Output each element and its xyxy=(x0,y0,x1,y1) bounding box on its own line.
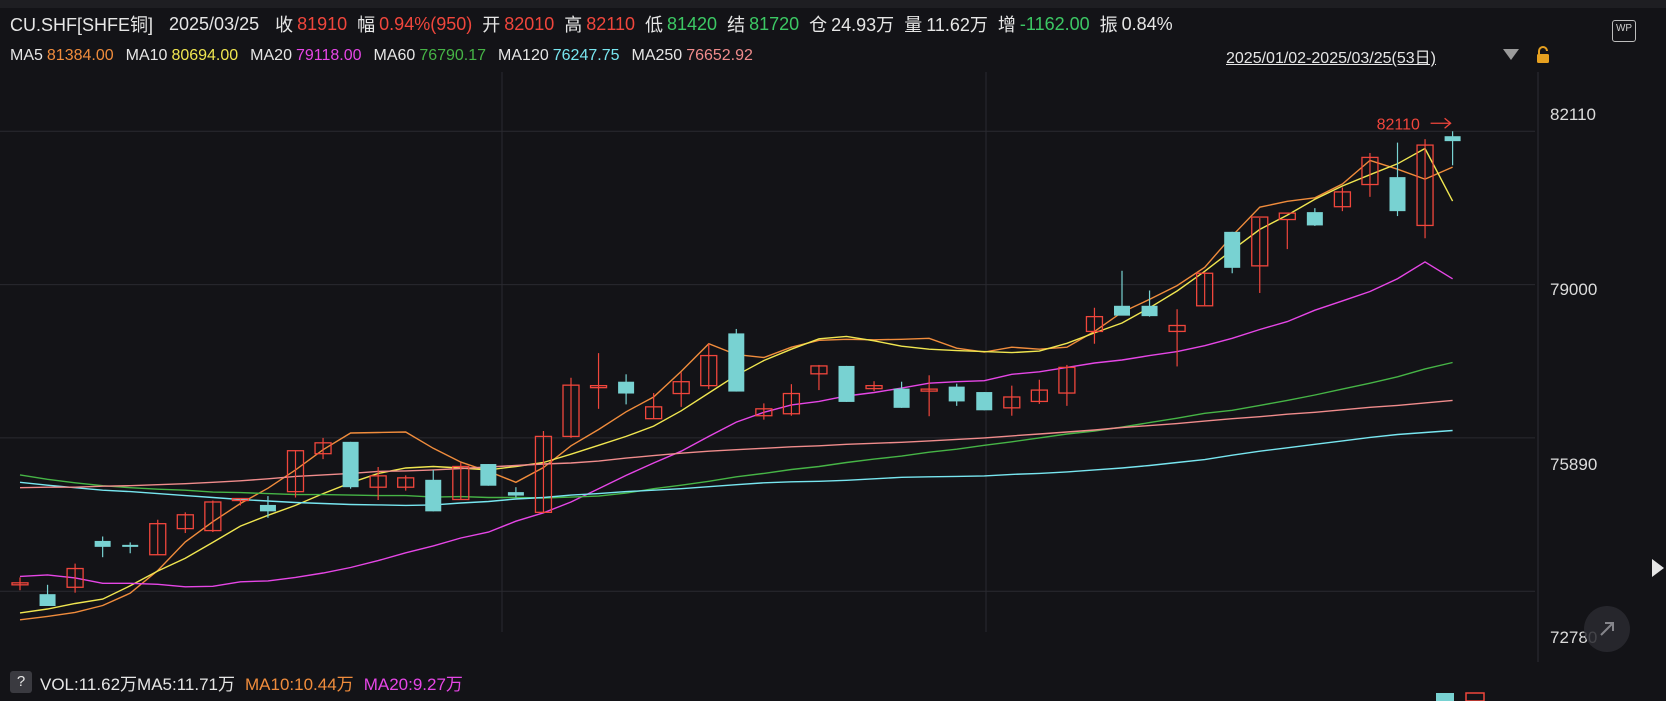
volume-bar xyxy=(1465,692,1485,701)
ma60-value: 76790.17 xyxy=(419,47,487,64)
ma-line-ma250 xyxy=(19,399,1453,489)
settle-label: 结 xyxy=(727,15,746,35)
ma120-name: MA120 xyxy=(498,47,549,64)
candle-body xyxy=(425,479,442,512)
candle-body xyxy=(94,540,111,547)
high-marker-label: 82110 xyxy=(1377,116,1420,133)
candle-body xyxy=(893,388,910,408)
ma-line-ma20 xyxy=(19,261,1453,588)
close-label: 收 xyxy=(275,15,294,35)
ma120-value: 76247.75 xyxy=(552,47,620,64)
candle-body xyxy=(39,594,56,606)
date-label: 2025/03/25 xyxy=(169,13,260,34)
ma5-legend: MA5 81384.00 xyxy=(10,47,114,65)
open-label: 开 xyxy=(482,15,501,35)
candle-body xyxy=(618,381,635,394)
amplitude-value: 0.84% xyxy=(1121,13,1173,34)
candle-body xyxy=(1114,305,1130,316)
candle-body xyxy=(507,492,524,496)
candle-body xyxy=(1389,177,1406,212)
ma250-name: MA250 xyxy=(631,47,683,64)
ma10-legend: MA10 80694.00 xyxy=(126,47,239,65)
y-tick-label: 79000 xyxy=(1550,280,1598,299)
increase-label: 增 xyxy=(997,15,1016,35)
ma20-value: 79118.00 xyxy=(295,47,362,64)
candle-body xyxy=(342,441,359,488)
candle-body xyxy=(122,544,139,547)
settle-value: 81720 xyxy=(749,13,800,34)
y-tick-label: 75890 xyxy=(1550,455,1598,474)
ma250-legend: MA250 76652.92 xyxy=(631,47,752,65)
ma5-value: 81384.00 xyxy=(46,47,114,64)
ma-line-ma120 xyxy=(19,429,1453,507)
candle-body xyxy=(1444,136,1461,142)
range-label: 幅 xyxy=(357,15,376,35)
wp-icon[interactable]: WP xyxy=(1612,20,1636,42)
range-value: 0.94%(950) xyxy=(379,13,473,34)
low-label: 低 xyxy=(645,15,664,35)
ma10-value: 80694.00 xyxy=(171,47,239,64)
ma250-value: 76652.92 xyxy=(686,47,753,64)
ma10-name: MA10 xyxy=(125,47,168,64)
high-value: 82110 xyxy=(586,13,636,34)
volume-value: 11.62万 xyxy=(926,15,988,35)
close-value: 81910 xyxy=(297,13,348,34)
quote-info-bar: CU.SHF[SHFE铜] 2025/03/25 收 81910 幅 0.94%… xyxy=(0,8,1600,40)
low-value: 81420 xyxy=(667,13,718,34)
candle-body xyxy=(259,504,276,512)
candle-body xyxy=(948,386,965,402)
volume-bars-strip xyxy=(1436,692,1485,701)
expand-button[interactable] xyxy=(1584,606,1630,652)
open-interest-value: 24.93万 xyxy=(831,15,895,35)
y-tick-label: 82110 xyxy=(1550,105,1597,124)
ma20-legend: MA20 79118.00 xyxy=(250,47,361,65)
ma60-name: MA60 xyxy=(373,47,416,64)
symbol-label: CU.SHF[SHFE铜] xyxy=(10,15,154,35)
candlestick-chart[interactable]: 82110 xyxy=(0,72,1550,662)
ma60-legend: MA60 76790.17 xyxy=(374,47,487,65)
candle-body xyxy=(480,464,497,486)
candle-body xyxy=(1141,305,1158,317)
volume-label: 量 xyxy=(904,15,923,35)
scroll-right-icon[interactable] xyxy=(1652,559,1664,577)
high-label: 高 xyxy=(564,15,583,35)
candle-body xyxy=(728,333,745,392)
top-tab-strip xyxy=(0,0,1666,8)
open-interest-label: 仓 xyxy=(809,15,828,35)
amplitude-label: 振 xyxy=(1099,15,1118,35)
ma-legend: MA5 81384.00 MA10 80694.00 MA20 79118.00 MA… xyxy=(10,44,765,68)
ma120-legend: MA120 76247.75 xyxy=(498,47,619,65)
open-value: 82010 xyxy=(504,13,555,34)
volume-bar xyxy=(1436,693,1454,701)
lock-icon[interactable] xyxy=(1536,46,1550,64)
ma5-name: MA5 xyxy=(10,47,43,64)
candle-body xyxy=(1224,231,1241,268)
candle-body xyxy=(1306,212,1323,226)
candle-body xyxy=(838,365,855,402)
candle-body xyxy=(976,392,993,411)
expand-icon xyxy=(1600,622,1614,636)
increase-value: -1162.00 xyxy=(1019,13,1090,34)
date-range-selector[interactable]: 2025/01/02-2025/03/25(53日) xyxy=(1226,44,1436,68)
chevron-down-icon[interactable] xyxy=(1503,49,1519,60)
ma20-name: MA20 xyxy=(250,47,292,64)
